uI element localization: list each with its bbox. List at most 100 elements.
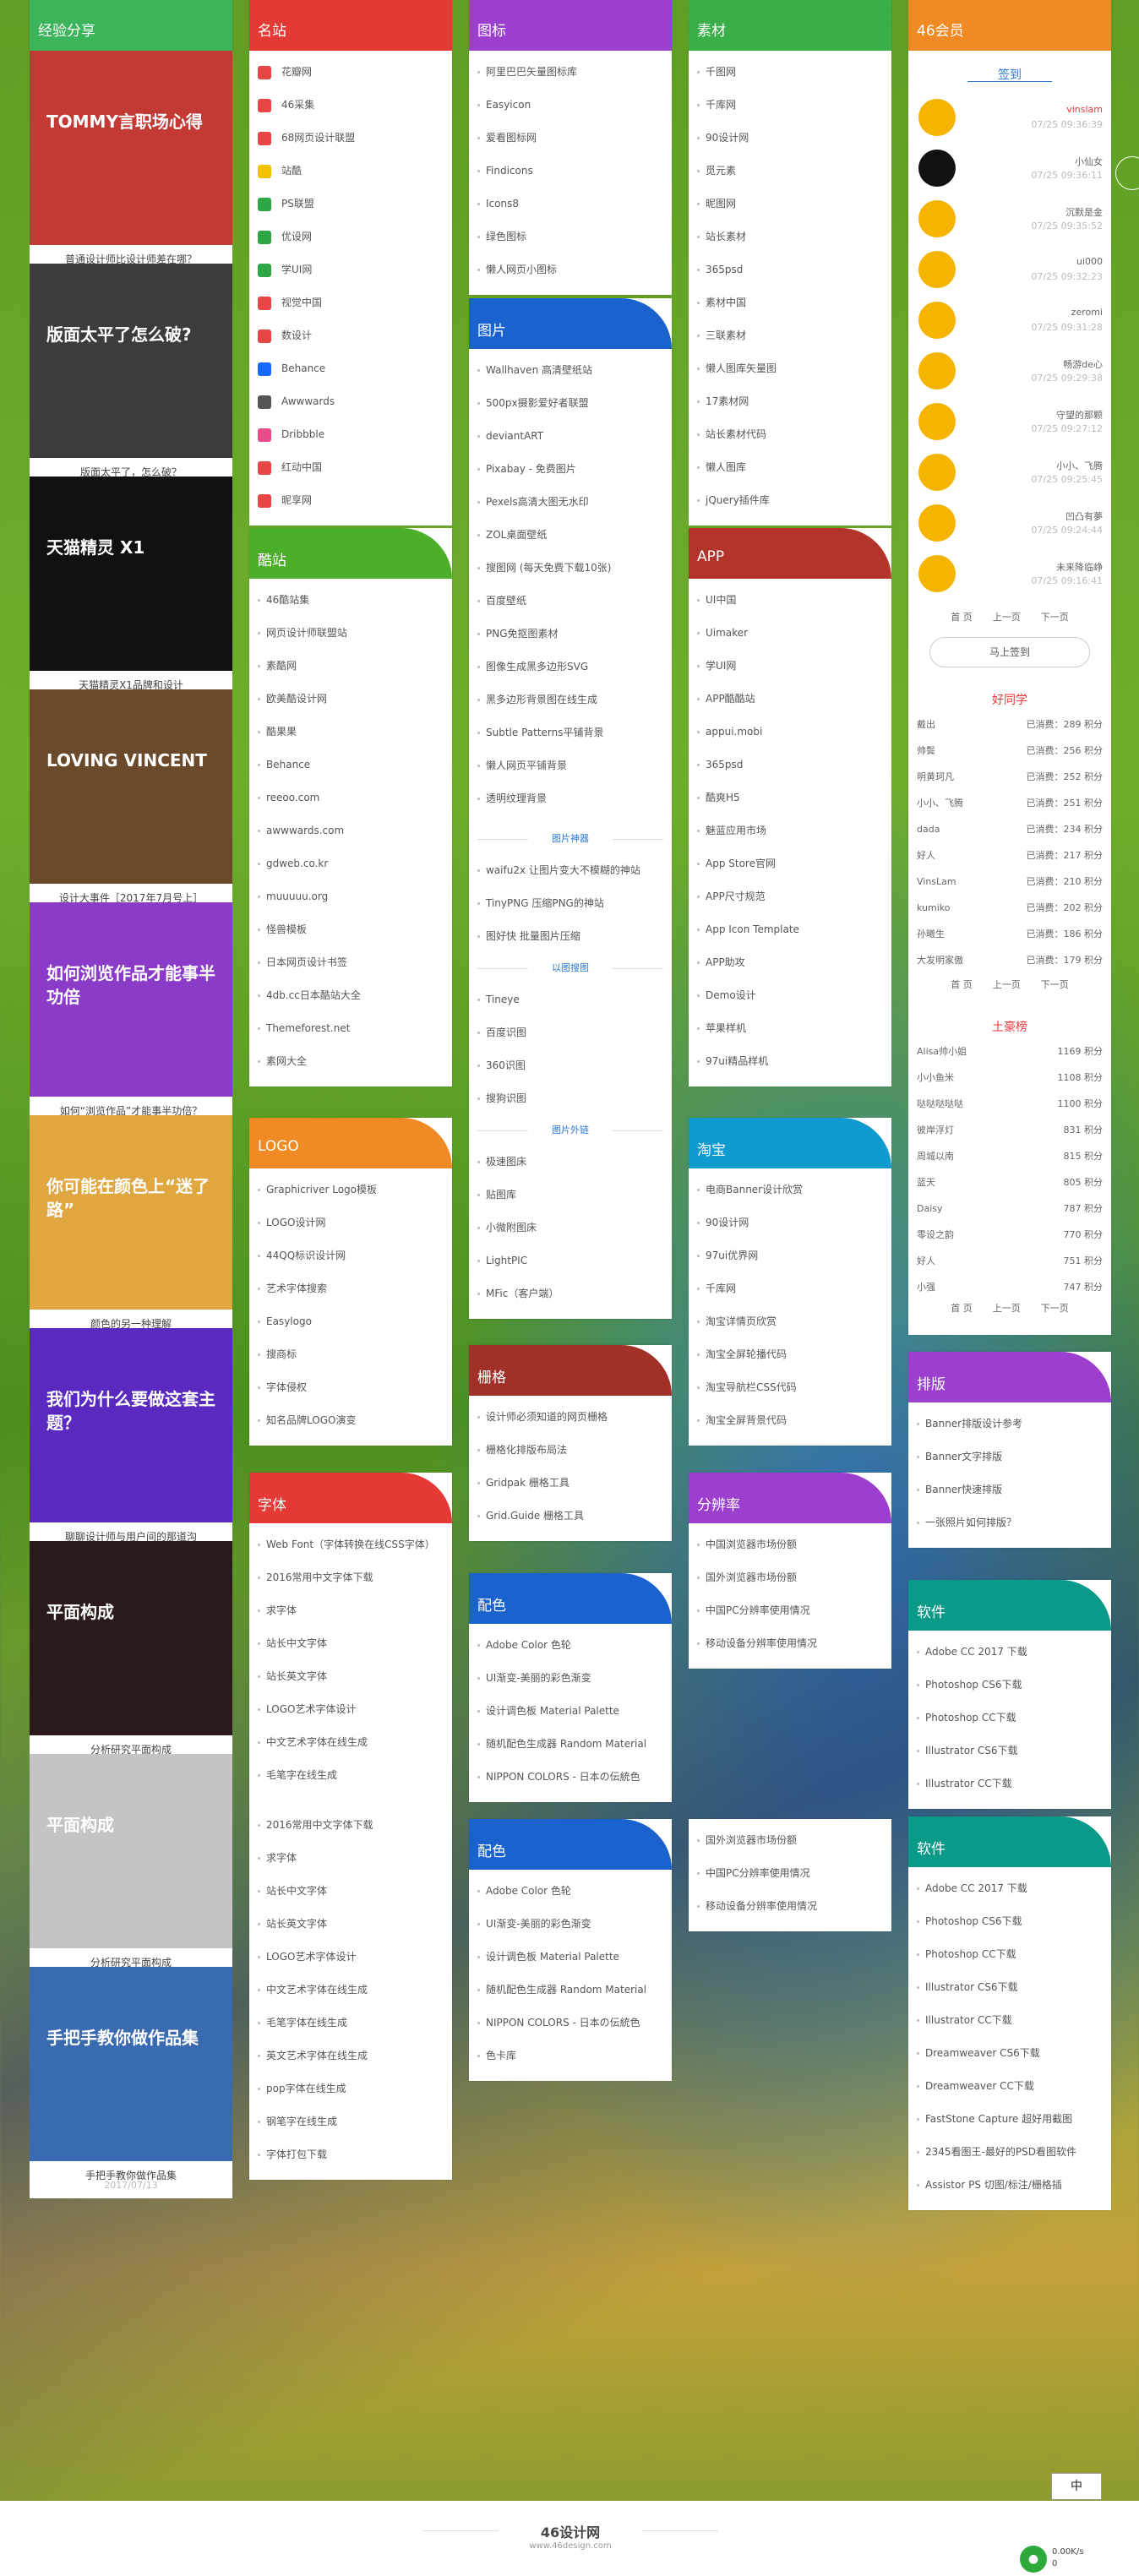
exp-card[interactable]: 如何浏览作品才能事半功倍如何“浏览作品”才能事半功倍？2017/07/19: [30, 902, 232, 1134]
exp-card-image[interactable]: 你可能在颜色上“迷了路”: [30, 1115, 232, 1310]
rj2-item[interactable]: Illustrator CS6下载: [908, 1971, 1111, 2004]
fbl2-item[interactable]: 国外浏览器市场份额: [689, 1824, 891, 1857]
signin-user[interactable]: 沉默是金 07/25 09:35:52: [908, 190, 1111, 241]
rj-item[interactable]: Illustrator CS6下载: [908, 1735, 1111, 1767]
mz-item[interactable]: 学UI网: [249, 253, 452, 286]
app-item[interactable]: App Store官网: [689, 847, 891, 880]
exp-card[interactable]: 天猫精灵 X1天猫精灵X1品牌和设计2017/07/21: [30, 477, 232, 708]
exp-card-image[interactable]: 平面构成: [30, 1754, 232, 1948]
signin-user[interactable]: ui000 07/25 09:32:23: [908, 241, 1111, 291]
pb-item[interactable]: 一张照片如何排版？: [908, 1506, 1111, 1539]
sc-item[interactable]: 千库网: [689, 89, 891, 122]
kz-item[interactable]: 酷果果: [249, 716, 452, 749]
kz-item[interactable]: awwwards.com: [249, 814, 452, 847]
ime-widget[interactable]: 中: [1051, 2473, 1102, 2500]
sc-item[interactable]: 昵图网: [689, 188, 891, 221]
side-circle-button[interactable]: [1115, 156, 1139, 190]
rj2-item[interactable]: Adobe CC 2017 下载: [908, 1872, 1111, 1905]
avatar[interactable]: [918, 352, 956, 389]
exp-card[interactable]: 我们为什么要做这套主题？聊聊设计师与用户间的那道沟2017/07/17: [30, 1328, 232, 1560]
zt2-item[interactable]: 中文艺术字体在线生成: [249, 1974, 452, 2007]
app-item[interactable]: APP尺寸规范: [689, 880, 891, 913]
rj2-item[interactable]: Assistor PS 切图/标注/栅格插: [908, 2169, 1111, 2202]
tp4-item[interactable]: 贴图库: [469, 1179, 672, 1212]
rj2-item[interactable]: 2345看图王-最好的PSD看图软件: [908, 2136, 1111, 2169]
signin-user-name[interactable]: zeromi: [1071, 307, 1103, 318]
tuhao-row-name[interactable]: 小小鱼米: [917, 1065, 954, 1091]
zt2-item[interactable]: 站长中文字体: [249, 1875, 452, 1908]
rj-item[interactable]: Photoshop CC下载: [908, 1702, 1111, 1735]
tbao-item[interactable]: 淘宝导航栏CSS代码: [689, 1371, 891, 1404]
exp-card-title[interactable]: 设计大事件［2017年7月号上］: [30, 884, 232, 904]
tp-item[interactable]: 透明纹理背景: [469, 782, 672, 815]
haoxue-row-name[interactable]: VinsLam: [917, 869, 956, 895]
avatar[interactable]: [918, 200, 956, 237]
zt2-item[interactable]: 字体打包下载: [249, 2138, 452, 2171]
exp-card-image[interactable]: 平面构成: [30, 1541, 232, 1735]
haoxue-row-name[interactable]: 小小、飞腾: [917, 791, 963, 816]
logo-item[interactable]: 艺术字体搜索: [249, 1272, 452, 1305]
exp-card-title[interactable]: 颜色的另一种理解: [30, 1310, 232, 1330]
exp-card[interactable]: 平面构成分析研究平面构成2017/07/14: [30, 1754, 232, 1985]
mz-item[interactable]: Dribbble: [249, 418, 452, 451]
sg-item[interactable]: Grid.Guide 栅格工具: [469, 1500, 672, 1533]
exp-card-title[interactable]: 普通设计师比设计师差在哪？: [30, 245, 232, 265]
mz-item[interactable]: 花瓣网: [249, 56, 452, 89]
zt-item[interactable]: 2016常用中文字体下载: [249, 1561, 452, 1594]
mz-item[interactable]: 红动中国: [249, 451, 452, 484]
app-item[interactable]: 学UI网: [689, 650, 891, 683]
exp-card-image[interactable]: 手把手教你做作品集: [30, 1967, 232, 2161]
zt-item[interactable]: 毛笔字在线生成: [249, 1759, 452, 1792]
app-item[interactable]: APP助攻: [689, 946, 891, 979]
app-item[interactable]: 魅蓝应用市场: [689, 814, 891, 847]
avatar[interactable]: [918, 403, 956, 440]
haoxue-row-name[interactable]: 戴出: [917, 712, 935, 738]
tp3-item[interactable]: 百度识图: [469, 1016, 672, 1049]
avatar[interactable]: [918, 251, 956, 288]
app-item[interactable]: UI中国: [689, 584, 891, 617]
tb-item[interactable]: 懒人网页小图标: [469, 253, 672, 286]
ps2-item[interactable]: NIPPON COLORS - 日本の伝統色: [469, 2007, 672, 2040]
fbl2-item[interactable]: 中国PC分辨率使用情况: [689, 1857, 891, 1890]
sc-item[interactable]: 三联素材: [689, 319, 891, 352]
tuhao-row-name[interactable]: 彼岸浮灯: [917, 1118, 954, 1143]
rj-item[interactable]: Illustrator CC下载: [908, 1767, 1111, 1800]
zt2-item[interactable]: 2016常用中文字体下载: [249, 1809, 452, 1842]
sc-item[interactable]: 懒人图库矢量图: [689, 352, 891, 385]
signin-user[interactable]: 小小、飞腾 07/25 09:25:45: [908, 444, 1111, 494]
haoxue-row-name[interactable]: 孙曦生: [917, 922, 945, 947]
ps-item[interactable]: NIPPON COLORS - 日本の伝統色: [469, 1761, 672, 1794]
rj-item[interactable]: Adobe CC 2017 下载: [908, 1636, 1111, 1669]
sc-item[interactable]: 站长素材代码: [689, 418, 891, 451]
rj2-item[interactable]: Dreamweaver CC下载: [908, 2070, 1111, 2103]
exp-card-title[interactable]: 聊聊设计师与用户间的那道沟: [30, 1522, 232, 1543]
tb-item[interactable]: 爱看图标网: [469, 122, 672, 155]
kz-item[interactable]: 4db.cc日本酷站大全: [249, 979, 452, 1012]
ps-item[interactable]: 随机配色生成器 Random Material: [469, 1728, 672, 1761]
tb-item[interactable]: Icons8: [469, 188, 672, 221]
tp-item[interactable]: 图像生成黑多边形SVG: [469, 651, 672, 683]
mz-item[interactable]: 数设计: [249, 319, 452, 352]
sc-item[interactable]: 365psd: [689, 253, 891, 286]
tp-item[interactable]: 懒人网页平铺背景: [469, 749, 672, 782]
fbl2-item[interactable]: 移动设备分辨率使用情况: [689, 1890, 891, 1923]
pager-link[interactable]: 下一页: [1041, 612, 1069, 623]
rj2-item[interactable]: FastStone Capture 超好用截图: [908, 2103, 1111, 2136]
kz-item[interactable]: Behance: [249, 749, 452, 782]
signin-user-name[interactable]: 凹凸有夢: [1065, 509, 1103, 523]
app-item[interactable]: Demo设计: [689, 979, 891, 1012]
mz-item[interactable]: Behance: [249, 352, 452, 385]
signin-user[interactable]: 守望的那颗 07/25 09:27:12: [908, 393, 1111, 444]
kz-item[interactable]: 素酷网: [249, 650, 452, 683]
signin-user-name[interactable]: 守望的那颗: [1056, 408, 1103, 422]
exp-card[interactable]: 你可能在颜色上“迷了路”颜色的另一种理解2017/07/18: [30, 1115, 232, 1347]
logo-item[interactable]: 知名品牌LOGO演变: [249, 1404, 452, 1437]
signin-user[interactable]: 凹凸有夢 07/25 09:24:44: [908, 494, 1111, 545]
avatar[interactable]: [918, 454, 956, 491]
tp4-item[interactable]: 极速图床: [469, 1146, 672, 1179]
exp-card[interactable]: 平面构成分析研究平面构成2017/07/14: [30, 1541, 232, 1773]
ps-item[interactable]: 设计调色板 Material Palette: [469, 1695, 672, 1728]
exp-card[interactable]: TOMMY言职场心得普通设计师比设计师差在哪？2017/07/25: [30, 51, 232, 282]
avatar[interactable]: [918, 302, 956, 339]
logo-item[interactable]: Graphicriver Logo模板: [249, 1174, 452, 1206]
